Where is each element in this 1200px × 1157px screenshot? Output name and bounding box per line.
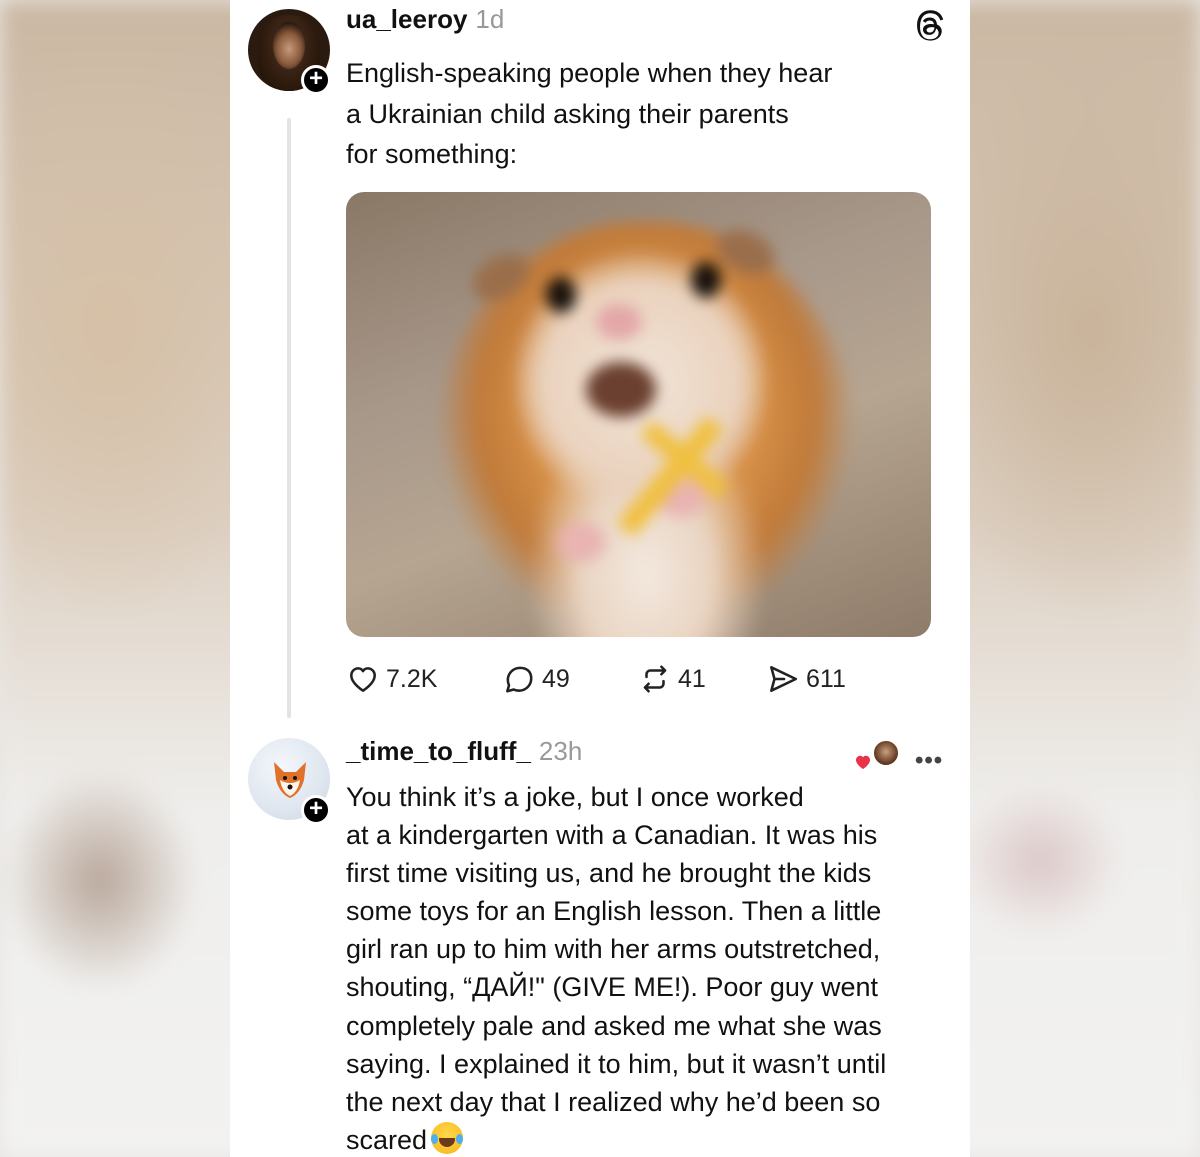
send-icon (770, 666, 798, 692)
repost-count: 41 (678, 664, 706, 693)
post-image-hamster-with-cross[interactable] (346, 192, 931, 637)
reply-author-header: _time_to_fluff_ 23h (346, 736, 582, 767)
post-username[interactable]: ua_leeroy (346, 4, 467, 34)
reply-text: You think it’s a joke, but I once worked… (346, 782, 887, 1155)
heart-icon (350, 667, 376, 692)
reply-username[interactable]: _time_to_fluff_ (346, 736, 531, 766)
fox-avatar-image (274, 762, 306, 798)
post-timestamp: 1d (475, 4, 505, 34)
share-button[interactable]: 611 (766, 662, 846, 696)
like-button[interactable]: 7.2K (346, 662, 437, 696)
thread-card: + ua_leeroy 1d English-speaking people wh… (230, 0, 970, 1157)
threads-logo-icon[interactable] (910, 6, 950, 46)
repost-icon (643, 665, 667, 693)
post-text: English-speaking people when they hear a… (346, 58, 833, 169)
reply-text-block: You think it’s a joke, but I once worked… (346, 778, 936, 1157)
heart-badge-icon (856, 755, 870, 769)
author-liked-avatar (872, 739, 900, 767)
reply-timestamp: 23h (538, 736, 583, 766)
repost-button[interactable]: 41 (638, 662, 706, 696)
thread-connector-line (287, 118, 291, 718)
follow-plus-icon[interactable]: + (301, 65, 331, 95)
like-count: 7.2K (386, 664, 438, 693)
comment-bubble-icon (506, 666, 533, 693)
share-count: 611 (806, 664, 846, 693)
more-options-icon[interactable]: ••• (915, 747, 943, 775)
post-author-header: ua_leeroy 1d (346, 4, 504, 35)
laughing-tears-emoji-icon (431, 1121, 464, 1154)
comment-button[interactable]: 49 (502, 662, 570, 696)
comment-count: 49 (542, 664, 570, 693)
follow-plus-icon[interactable]: + (301, 795, 331, 825)
